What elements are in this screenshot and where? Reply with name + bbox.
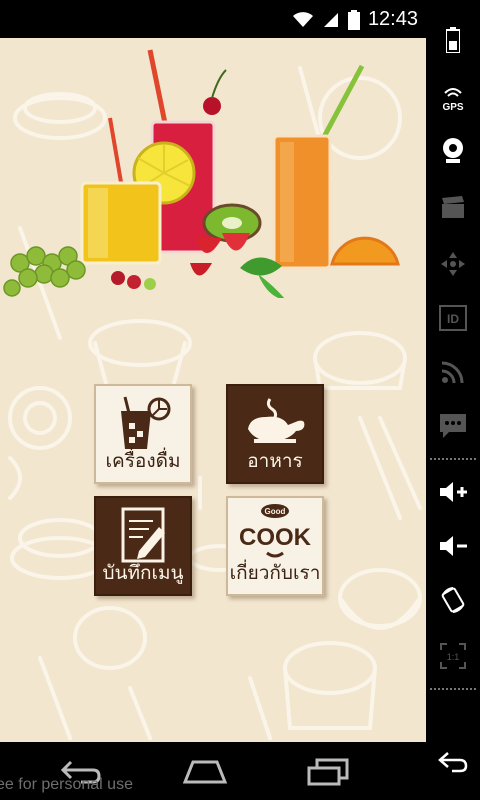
menu-notes-label: บันทึกเมนู bbox=[102, 562, 184, 584]
menu-notes-tile[interactable]: บันทึกเมนู bbox=[94, 496, 192, 596]
sidebar-separator bbox=[430, 458, 476, 460]
status-bar: 12:43 bbox=[0, 0, 426, 38]
webcam-icon[interactable] bbox=[426, 124, 480, 176]
rss-icon[interactable] bbox=[426, 346, 480, 398]
back-icon[interactable] bbox=[426, 736, 480, 788]
wifi-icon bbox=[292, 11, 313, 27]
home-button[interactable] bbox=[180, 754, 230, 790]
scale-label: 1:1 bbox=[447, 652, 460, 662]
about-us-label: เกี่ยวกับเรา bbox=[229, 562, 321, 584]
sms-icon[interactable] bbox=[426, 400, 480, 452]
rotate-icon[interactable] bbox=[426, 574, 480, 626]
good-cook-logo: Good COOK bbox=[228, 504, 322, 566]
logo-large-text: COOK bbox=[239, 524, 312, 551]
chicken-icon bbox=[228, 392, 322, 454]
id-label: ID bbox=[447, 312, 459, 326]
gps-icon[interactable]: GPS bbox=[426, 72, 480, 124]
food-label: อาหาร bbox=[247, 450, 303, 472]
volume-down-icon[interactable] bbox=[426, 520, 480, 572]
watermark-text: ee for personal use bbox=[0, 776, 133, 793]
signal-icon bbox=[323, 12, 338, 27]
food-menu-tile[interactable]: อาหาร bbox=[226, 384, 324, 484]
emulator-sidebar: GPS ID 1:1 bbox=[426, 0, 480, 800]
drinks-illustration bbox=[3, 49, 400, 298]
sidebar-separator bbox=[430, 688, 476, 690]
status-clock: 12:43 bbox=[367, 8, 418, 30]
status-icons: 12:43 bbox=[292, 8, 418, 31]
dpad-icon[interactable] bbox=[426, 238, 480, 290]
recents-button[interactable] bbox=[306, 754, 350, 790]
app-screen: เครื่องดื่ม อาหาร บันทึกเมนู Good COOK เ… bbox=[0, 38, 426, 742]
battery-sidebar-icon[interactable] bbox=[426, 14, 480, 66]
note-edit-icon bbox=[96, 504, 190, 566]
volume-up-icon[interactable] bbox=[426, 466, 480, 518]
drink-icon bbox=[96, 392, 190, 454]
logo-small-text: Good bbox=[265, 507, 286, 516]
gps-label: GPS bbox=[442, 102, 463, 113]
drinks-menu-tile[interactable]: เครื่องดื่ม bbox=[94, 384, 192, 484]
about-us-tile[interactable]: Good COOK เกี่ยวกับเรา bbox=[226, 496, 324, 596]
drinks-label: เครื่องดื่ม bbox=[105, 450, 181, 472]
scale-icon[interactable]: 1:1 bbox=[426, 630, 480, 682]
clapper-icon[interactable] bbox=[426, 182, 480, 234]
id-icon[interactable]: ID bbox=[426, 292, 480, 344]
battery-icon bbox=[347, 9, 360, 30]
